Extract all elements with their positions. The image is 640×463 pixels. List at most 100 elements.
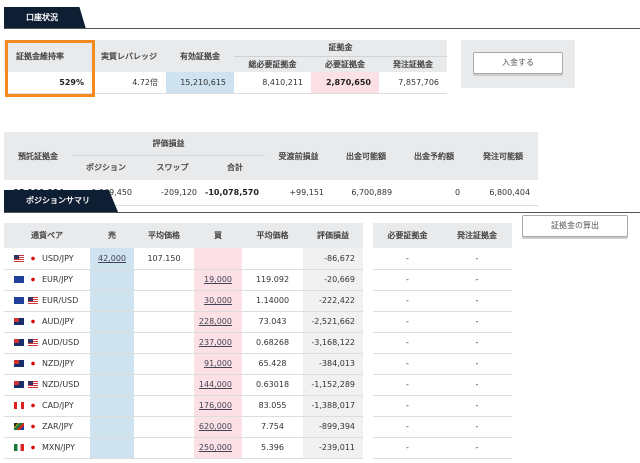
- valuation-pl: -239,011: [303, 437, 363, 459]
- buy-amount-link[interactable]: 176,000: [199, 401, 232, 410]
- currency-pair[interactable]: ZAR/JPY: [4, 416, 90, 438]
- positions-header: 買: [194, 223, 242, 248]
- margin-row: --: [373, 248, 512, 270]
- buy-amount-link[interactable]: 250,000: [199, 443, 232, 452]
- required-value: 2,870,650: [311, 72, 379, 94]
- total-pl-header: 合計: [205, 154, 266, 180]
- valuation-pl: -3,168,122: [303, 332, 363, 354]
- required-margin: -: [373, 332, 442, 354]
- currency-pair[interactable]: AUD/JPY: [4, 311, 90, 333]
- pair-label: EUR/JPY: [42, 275, 74, 284]
- flag-icon: [14, 444, 24, 451]
- order-margin: -: [442, 269, 512, 291]
- currency-pair[interactable]: NZD/USD: [4, 374, 90, 396]
- buy-avg-price: 83.055: [242, 395, 303, 417]
- positions-header: 平均価格: [134, 223, 194, 248]
- order-margin-value: 7,857,706: [379, 72, 447, 94]
- divider: [4, 212, 640, 213]
- required-margin: -: [373, 248, 442, 270]
- margin-row: --: [373, 416, 512, 438]
- margin-table: 必要証拠金 発注証拠金 --------------------: [373, 223, 512, 459]
- divider: [4, 28, 640, 29]
- unsettled-header: 受渡前損益: [265, 132, 333, 180]
- pair-label: NZD/JPY: [42, 359, 75, 368]
- flag-icon: [28, 254, 38, 262]
- withdraw-reserved-header: 出金予約額: [400, 132, 469, 180]
- withdraw-reserved-value: 0: [400, 180, 469, 206]
- buy-amount-link[interactable]: 144,000: [199, 380, 232, 389]
- flag-icon: [14, 254, 24, 262]
- flag-icon: [14, 297, 24, 304]
- position-row: EUR/USD 30,000 1.14000 -222,422: [4, 290, 363, 312]
- position-row: EUR/JPY 19,000 119.092 -20,669: [4, 269, 363, 291]
- positions-header: 通貨ペア: [4, 223, 90, 248]
- currency-pair[interactable]: AUD/USD: [4, 332, 90, 354]
- sell-avg-price: [134, 269, 194, 291]
- flag-icon: [14, 318, 24, 325]
- position-row: CAD/JPY 176,000 83.055 -1,388,017: [4, 395, 363, 417]
- pair-label: AUD/JPY: [42, 317, 75, 326]
- buy-avg-price: 7.754: [242, 416, 303, 438]
- currency-pair[interactable]: EUR/JPY: [4, 269, 90, 291]
- margin-row: --: [373, 269, 512, 291]
- effective-margin-header: 有効証拠金: [166, 40, 234, 72]
- currency-pair[interactable]: USD/JPY: [4, 248, 90, 270]
- required-margin: -: [373, 353, 442, 375]
- margin-row: --: [373, 311, 512, 333]
- sell-avg-price: [134, 437, 194, 459]
- currency-pair[interactable]: EUR/USD: [4, 290, 90, 312]
- order-margin: -: [442, 353, 512, 375]
- pair-label: AUD/USD: [42, 338, 80, 347]
- required-margin-header: 必要証拠金: [373, 223, 442, 248]
- swap-header: スワップ: [140, 154, 205, 180]
- position-summary-tab: ポジションサマリ: [4, 190, 118, 212]
- calculate-margin-button[interactable]: 証拠金の算出: [522, 215, 628, 237]
- leverage-value: 4.72倍: [92, 72, 166, 94]
- valuation-pl: -384,013: [303, 353, 363, 375]
- currency-pair[interactable]: NZD/JPY: [4, 353, 90, 375]
- orderable-value: 6,800,404: [468, 180, 539, 206]
- position-row: AUD/JPY 228,000 73.043 -2,521,662: [4, 311, 363, 333]
- required-margin: -: [373, 437, 442, 459]
- positions-header: 評価損益: [303, 223, 363, 248]
- buy-amount-link[interactable]: 620,000: [199, 422, 232, 431]
- position-row: USD/JPY 42,000 107.150 -86,672: [4, 248, 363, 270]
- sell-amount-link[interactable]: 42,000: [98, 254, 126, 263]
- buy-avg-price: 5.396: [242, 437, 303, 459]
- flag-icon: [14, 360, 24, 367]
- flag-icon: [14, 402, 24, 409]
- buy-amount-link[interactable]: 228,000: [199, 317, 232, 326]
- unsettled-value: +99,151: [265, 180, 333, 206]
- deposit-button[interactable]: 入金する: [473, 52, 563, 74]
- flag-icon: [28, 423, 38, 430]
- margin-row: --: [373, 290, 512, 312]
- required-margin: -: [373, 395, 442, 417]
- valuation-pl: -1,152,289: [303, 374, 363, 396]
- margin-group-header: 証拠金: [234, 40, 447, 56]
- valuation-group-header: 評価損益: [72, 132, 266, 155]
- flag-icon: [28, 297, 38, 304]
- valuation-pl: -899,394: [303, 416, 363, 438]
- valuation-pl: -2,521,662: [303, 311, 363, 333]
- buy-avg-price: 0.68268: [242, 332, 303, 354]
- flag-icon: [28, 318, 38, 325]
- flag-icon: [14, 381, 24, 388]
- required-margin: -: [373, 416, 442, 438]
- currency-pair[interactable]: MXN/JPY: [4, 437, 90, 459]
- withdrawable-value: 6,700,889: [332, 180, 401, 206]
- order-margin: -: [442, 248, 512, 270]
- flag-icon: [14, 276, 24, 283]
- buy-avg-price: 0.63018: [242, 374, 303, 396]
- swap-value: -209,120: [140, 180, 205, 206]
- deposit-header: 預託証拠金: [4, 132, 72, 180]
- buy-amount-link[interactable]: 91,000: [204, 359, 232, 368]
- sell-avg-price: [134, 395, 194, 417]
- buy-avg-price: 65.428: [242, 353, 303, 375]
- pair-label: MXN/JPY: [42, 443, 75, 452]
- flag-icon: [28, 444, 38, 451]
- buy-amount-link[interactable]: 30,000: [204, 296, 232, 305]
- buy-amount-link[interactable]: 19,000: [204, 275, 232, 284]
- sell-avg-price: [134, 353, 194, 375]
- buy-amount-link[interactable]: 237,000: [199, 338, 232, 347]
- currency-pair[interactable]: CAD/JPY: [4, 395, 90, 417]
